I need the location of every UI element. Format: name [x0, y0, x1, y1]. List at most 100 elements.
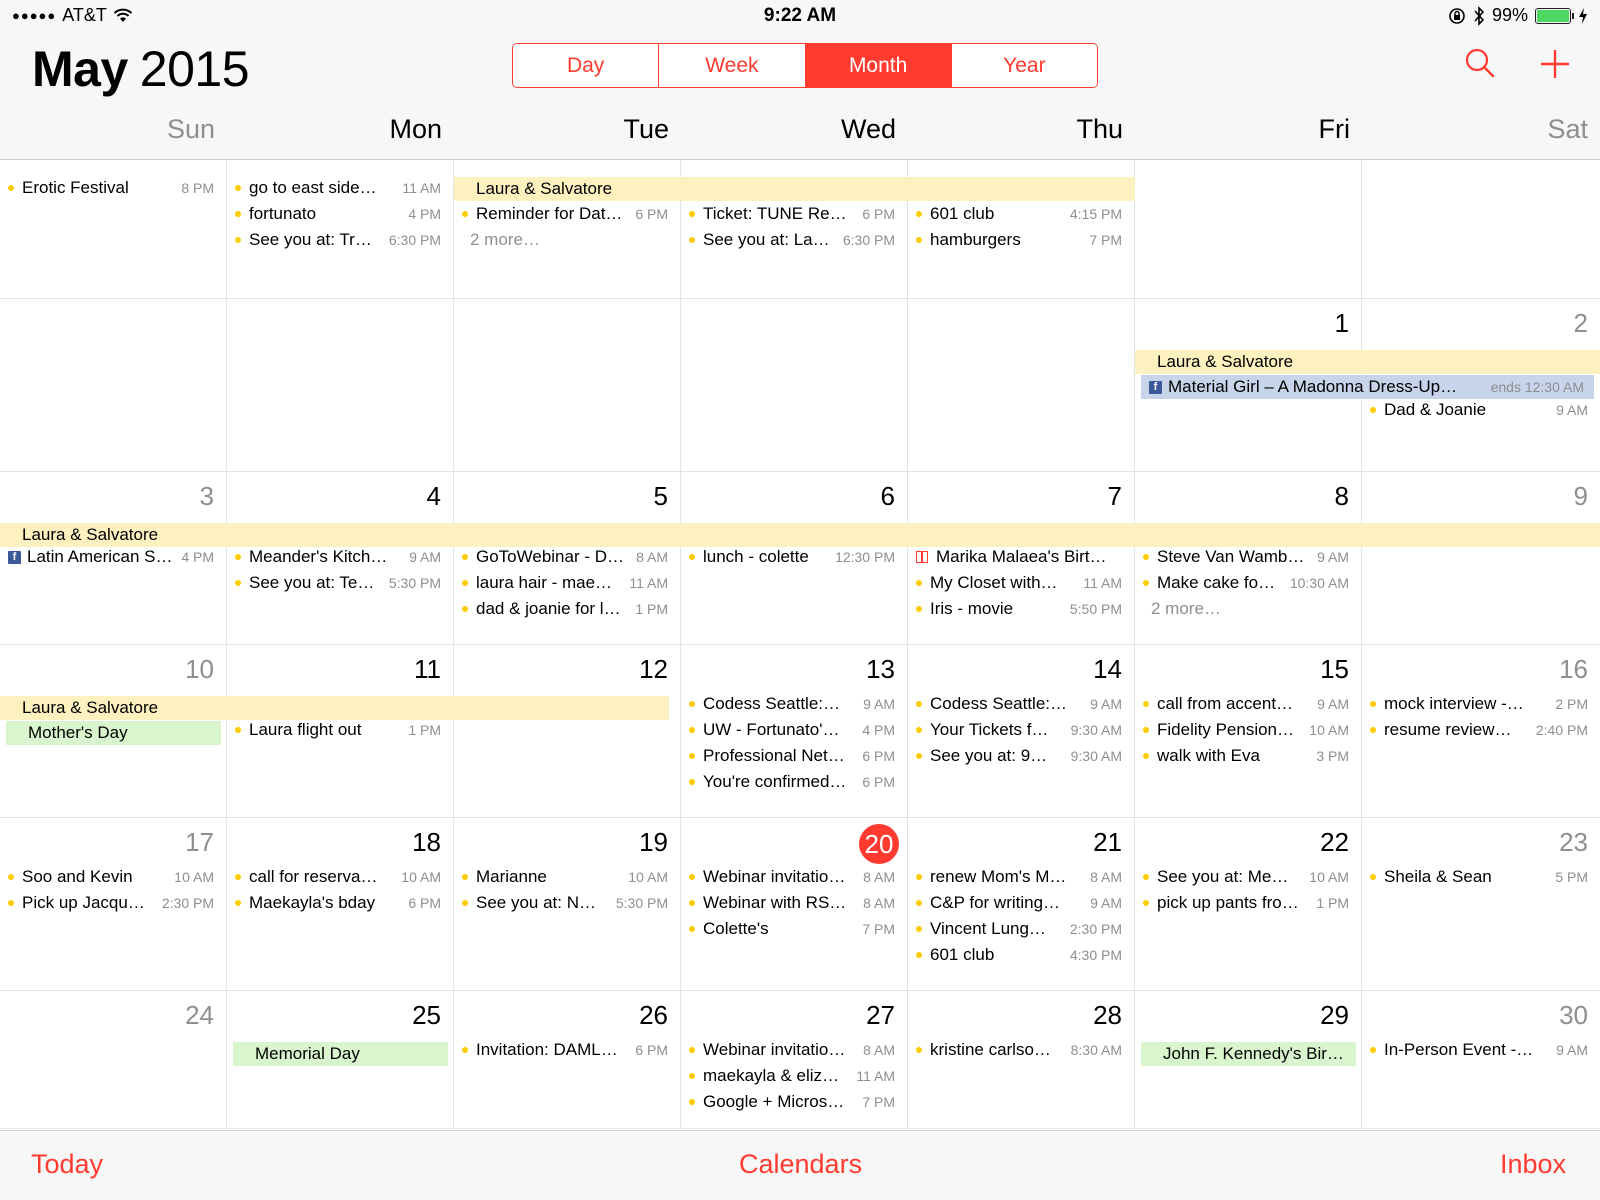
day-cell[interactable]: 14 Codess Seattle:… 9 AM Your Tickets f… 9:3… — [908, 645, 1135, 818]
calendar-event[interactable]: Erotic Festival 8 PM — [8, 175, 214, 201]
calendar-event[interactable]: walk with Eva 3 PM — [1143, 743, 1349, 769]
calendar-event[interactable]: Sheila & Sean 5 PM — [1370, 864, 1588, 890]
day-cell[interactable]: 26 Invitation: DAML… 6 PM — [454, 991, 681, 1129]
calendar-event[interactable]: Your Tickets f… 9:30 AM — [916, 717, 1122, 743]
day-cell[interactable]: go to east side… 11 AM fortunato 4 PM See yo… — [227, 160, 454, 299]
calendar-event[interactable]: lunch - colette 12:30 PM — [689, 544, 895, 570]
calendar-event[interactable]: fortunato 4 PM — [235, 201, 441, 227]
calendar-event[interactable]: Iris - movie 5:50 PM — [916, 596, 1122, 622]
day-cell[interactable]: 15 call from accent… 9 AM Fidelity Pension…… — [1135, 645, 1362, 818]
calendar-event[interactable]: In-Person Event -… 9 AM — [1370, 1037, 1588, 1063]
calendar-event[interactable]: Dad & Joanie 9 AM — [1370, 397, 1588, 423]
calendar-event[interactable]: Reminder for Dat… 6 PM — [462, 201, 668, 227]
calendar-event[interactable]: Marika Malaea's Birt… — [916, 544, 1122, 570]
all-day-event[interactable]: Laura & Salvatore — [1135, 350, 1600, 374]
calendar-event[interactable]: laura hair - mae… 11 AM — [462, 570, 668, 596]
view-week-button[interactable]: Week — [659, 44, 806, 87]
view-year-button[interactable]: Year — [951, 44, 1097, 87]
day-cell[interactable]: 21 renew Mom's M… 8 AM C&P for writing… 9 AM… — [908, 818, 1135, 991]
view-month-button[interactable]: Month — [805, 44, 952, 87]
calendar-event[interactable]: C&P for writing… 9 AM — [916, 890, 1122, 916]
calendar-event[interactable]: See you at: Me… 10 AM — [1143, 864, 1349, 890]
day-cell[interactable]: 4 Meander's Kitch… 9 AM See you at: Te… 5:30… — [227, 472, 454, 645]
calendar-event[interactable]: Pick up Jacqu… 2:30 PM — [8, 890, 214, 916]
calendar-event[interactable]: Fidelity Pension… 10 AM — [1143, 717, 1349, 743]
calendar-event[interactable]: Colette's 7 PM — [689, 916, 895, 942]
day-cell[interactable]: Erotic Festival 8 PM — [0, 160, 227, 299]
calendar-event[interactable]: Marianne 10 AM — [462, 864, 668, 890]
calendar-event[interactable]: call from accent… 9 AM — [1143, 691, 1349, 717]
more-events-link[interactable]: 2 more… — [462, 227, 668, 253]
plus-icon[interactable] — [1537, 46, 1573, 82]
more-events-link[interactable]: 2 more… — [1143, 596, 1349, 622]
calendar-event[interactable]: GoToWebinar - D… 8 AM — [462, 544, 668, 570]
day-cell[interactable]: 5 GoToWebinar - D… 8 AM laura hair - mae… 11… — [454, 472, 681, 645]
day-cell[interactable] — [908, 299, 1135, 472]
day-cell[interactable] — [454, 299, 681, 472]
all-day-event[interactable]: f Material Girl – A Madonna Dress-Up… ends… — [1141, 375, 1594, 399]
all-day-event[interactable]: Laura & Salvatore — [0, 523, 1600, 547]
day-cell[interactable] — [1135, 160, 1362, 299]
day-cell[interactable]: 3 f Latin American S… 4 PM — [0, 472, 227, 645]
calendar-event[interactable]: Vincent Lung… 2:30 PM — [916, 916, 1122, 942]
calendar-event[interactable]: Professional Net… 6 PM — [689, 743, 895, 769]
day-cell[interactable] — [681, 299, 908, 472]
inbox-button[interactable]: Inbox — [1500, 1149, 1566, 1180]
day-cell[interactable]: 11 Laura flight out 1 PM — [227, 645, 454, 818]
day-cell[interactable]: 13 Codess Seattle:… 9 AM UW - Fortunato'… 4 … — [681, 645, 908, 818]
calendar-event[interactable]: Meander's Kitch… 9 AM — [235, 544, 441, 570]
calendar-event[interactable]: 601 club 4:30 PM — [916, 942, 1122, 968]
calendar-event[interactable]: You're confirmed… 6 PM — [689, 769, 895, 795]
day-cell[interactable]: 12 — [454, 645, 681, 818]
calendar-event[interactable]: UW - Fortunato'… 4 PM — [689, 717, 895, 743]
view-day-button[interactable]: Day — [513, 44, 660, 87]
calendar-event[interactable]: renew Mom's M… 8 AM — [916, 864, 1122, 890]
calendar-event[interactable]: See you at: La… 6:30 PM — [689, 227, 895, 253]
day-cell[interactable]: 28 kristine carlso… 8:30 AM — [908, 991, 1135, 1129]
holiday-event[interactable]: John F. Kennedy's Bir… — [1141, 1042, 1356, 1066]
calendar-event[interactable]: Maekayla's bday 6 PM — [235, 890, 441, 916]
day-cell[interactable]: 27 Webinar invitatio… 8 AM maekayla & eliz…… — [681, 991, 908, 1129]
search-icon[interactable] — [1462, 46, 1498, 82]
calendar-event[interactable]: See you at: Tr… 6:30 PM — [235, 227, 441, 253]
day-cell[interactable]: 17 Soo and Kevin 10 AM Pick up Jacqu… 2:30 P… — [0, 818, 227, 991]
calendar-event[interactable]: mock interview -… 2 PM — [1370, 691, 1588, 717]
day-cell[interactable]: 19 Marianne 10 AM See you at: N… 5:30 PM — [454, 818, 681, 991]
day-cell[interactable]: 24 — [0, 991, 227, 1129]
day-cell[interactable]: 22 See you at: Me… 10 AM pick up pants fro…… — [1135, 818, 1362, 991]
calendar-event[interactable]: dad & joanie for l… 1 PM — [462, 596, 668, 622]
day-cell[interactable]: 8 Steve Van Wamb… 9 AM Make cake fo… 10:30 A… — [1135, 472, 1362, 645]
calendar-event[interactable]: Webinar with RS… 8 AM — [689, 890, 895, 916]
calendar-event[interactable]: Soo and Kevin 10 AM — [8, 864, 214, 890]
all-day-event[interactable]: Laura & Salvatore — [0, 696, 669, 720]
calendar-event[interactable]: 601 club 4:15 PM — [916, 201, 1122, 227]
calendar-event[interactable]: pick up pants fro… 1 PM — [1143, 890, 1349, 916]
all-day-event[interactable]: Laura & Salvatore — [454, 177, 1135, 201]
calendar-event[interactable]: Laura flight out 1 PM — [235, 717, 441, 743]
calendar-event[interactable]: See you at: N… 5:30 PM — [462, 890, 668, 916]
calendar-event[interactable]: Google + Micros… 7 PM — [689, 1089, 895, 1115]
day-cell[interactable] — [227, 299, 454, 472]
day-cell[interactable]: 7 Marika Malaea's Birt… My Closet with… 11 … — [908, 472, 1135, 645]
calendar-event[interactable]: Codess Seattle:… 9 AM — [689, 691, 895, 717]
calendar-event[interactable]: hamburgers 7 PM — [916, 227, 1122, 253]
calendar-event[interactable]: go to east side… 11 AM — [235, 175, 441, 201]
calendar-event[interactable]: Webinar invitatio… 8 AM — [689, 1037, 895, 1063]
calendars-button[interactable]: Calendars — [739, 1149, 862, 1180]
calendar-event[interactable]: f Latin American S… 4 PM — [8, 544, 214, 570]
day-cell[interactable] — [0, 299, 227, 472]
calendar-event[interactable]: Steve Van Wamb… 9 AM — [1143, 544, 1349, 570]
calendar-event[interactable]: maekayla & eliz… 11 AM — [689, 1063, 895, 1089]
calendar-event[interactable]: Codess Seattle:… 9 AM — [916, 691, 1122, 717]
day-cell[interactable]: 18 call for reserva… 10 AM Maekayla's bday 6… — [227, 818, 454, 991]
day-cell[interactable]: 9 — [1362, 472, 1600, 645]
calendar-event[interactable]: My Closet with… 11 AM — [916, 570, 1122, 596]
calendar-event[interactable]: Webinar invitatio… 8 AM — [689, 864, 895, 890]
day-cell[interactable]: 6 lunch - colette 12:30 PM — [681, 472, 908, 645]
calendar-event[interactable]: resume review… 2:40 PM — [1370, 717, 1588, 743]
calendar-event[interactable]: Invitation: DAML… 6 PM — [462, 1037, 668, 1063]
day-cell[interactable]: 30 In-Person Event -… 9 AM — [1362, 991, 1600, 1129]
calendar-event[interactable]: See you at: Te… 5:30 PM — [235, 570, 441, 596]
day-cell[interactable]: 20 Webinar invitatio… 8 AM Webinar with RS…… — [681, 818, 908, 991]
calendar-event[interactable]: Ticket: TUNE Re… 6 PM — [689, 201, 895, 227]
